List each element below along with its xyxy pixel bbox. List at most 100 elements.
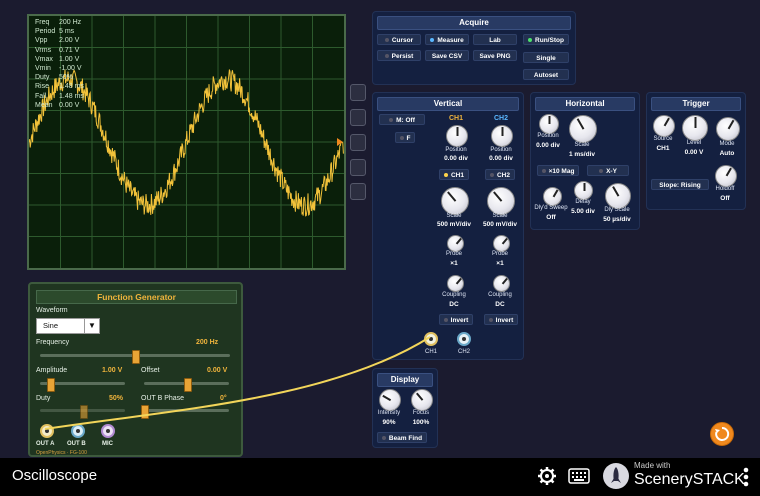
mic-jack[interactable] xyxy=(101,424,115,438)
ch1-input-jack[interactable] xyxy=(424,332,438,346)
readout-value: 5 ms xyxy=(59,28,75,36)
math-off-button[interactable]: M: Off xyxy=(379,114,425,125)
ch2-scale-knob[interactable] xyxy=(487,187,515,215)
offset-slider-thumb[interactable] xyxy=(183,378,192,392)
readout-value: 0.00 V xyxy=(59,101,80,109)
ch1-position-knob[interactable] xyxy=(446,125,468,147)
readout-key: Mean xyxy=(35,101,53,109)
ch1-position-label: Position xyxy=(445,147,467,153)
readout-value: 200 Hz xyxy=(59,19,82,26)
readout-row: Mean 0.00 V xyxy=(35,101,84,110)
readout-row: Fall 1.48 ms xyxy=(35,92,84,101)
ch1-invert-button[interactable]: Invert xyxy=(439,314,473,325)
trigger-level-marker[interactable] xyxy=(337,138,343,146)
ch1-enable-button[interactable]: CH1 xyxy=(439,169,469,180)
ch2-input-jack[interactable] xyxy=(457,332,471,346)
h-position-knob[interactable] xyxy=(539,114,559,134)
waveform-value: Sine xyxy=(43,321,59,330)
holdoff-value: Off xyxy=(720,195,730,202)
frequency-slider-thumb[interactable] xyxy=(132,350,140,364)
ch2-coupling-knob[interactable] xyxy=(493,275,510,292)
ch2-probe-knob[interactable] xyxy=(493,235,510,252)
out-b-jack[interactable] xyxy=(71,424,85,438)
duty-slider-thumb[interactable] xyxy=(79,405,88,419)
f-button[interactable]: F xyxy=(395,132,415,143)
ch2-jack-label: CH2 xyxy=(457,349,470,355)
scenery-stack-brand: ScenerySTACK xyxy=(634,471,745,488)
keyboard-icon[interactable] xyxy=(568,468,590,484)
horizontal-title: Horizontal xyxy=(535,97,635,111)
h-scale-knob[interactable] xyxy=(569,115,597,143)
readout-value: 50% xyxy=(59,74,74,82)
kebab-menu-icon[interactable] xyxy=(742,466,750,488)
cursor-button[interactable]: Cursor xyxy=(377,34,421,45)
trigger-source-value: CH1 xyxy=(656,145,670,152)
ch2-invert-button[interactable]: Invert xyxy=(484,314,518,325)
holdoff-knob[interactable] xyxy=(715,165,737,187)
readout-row: Period 5 ms xyxy=(35,27,84,36)
dlyd-sweep-knob[interactable] xyxy=(543,187,562,206)
side-button-3[interactable] xyxy=(350,134,366,151)
ch1-header: CH1 xyxy=(448,115,463,122)
measure-button[interactable]: Measure xyxy=(425,34,469,45)
intensity-knob[interactable] xyxy=(379,389,401,411)
readout-row: Vrms 0.71 V xyxy=(35,46,84,55)
trigger-source-knob[interactable] xyxy=(653,115,675,137)
autoset-button[interactable]: Autoset xyxy=(523,69,569,80)
side-button-4[interactable] xyxy=(350,159,366,176)
measurement-readout: Freq 200 Hz Period 5 ms Vpp 2.00 V Vrms 0.71 VV… xyxy=(35,18,84,110)
ch1-probe-knob[interactable] xyxy=(447,235,464,252)
side-button-2[interactable] xyxy=(350,109,366,126)
out-a-jack[interactable] xyxy=(40,424,54,438)
trigger-mode-knob[interactable] xyxy=(716,117,740,141)
readout-key: Vrms xyxy=(35,46,52,54)
xy-button[interactable]: X-Y xyxy=(587,165,629,176)
readout-key: Period xyxy=(35,28,56,36)
save-png-button[interactable]: Save PNG xyxy=(473,50,517,61)
amplitude-slider-thumb[interactable] xyxy=(47,378,56,392)
ch2-position-value: 0.00 div xyxy=(489,155,513,162)
readout-key: Freq xyxy=(35,19,50,26)
save-csv-button[interactable]: Save CSV xyxy=(425,50,469,61)
navigation-bar: Oscilloscope Made with ScenerySTACK xyxy=(0,458,760,496)
ch1-scale-knob[interactable] xyxy=(441,187,469,215)
ch2-scale-label: Scale xyxy=(492,213,508,219)
display-title: Display xyxy=(377,373,433,387)
single-button[interactable]: Single xyxy=(523,52,569,63)
ch2-enable-button[interactable]: CH2 xyxy=(485,169,515,180)
beam-find-button[interactable]: Beam Find xyxy=(377,432,427,443)
focus-knob[interactable] xyxy=(411,389,433,411)
readout-value: 1.00 V xyxy=(59,55,80,63)
focus-label: Focus xyxy=(412,410,430,416)
trigger-level-value: 0.00 V xyxy=(684,149,704,156)
acquire-panel: Acquire Cursor Measure Lab Run/Stop Pers… xyxy=(372,11,576,85)
persist-button[interactable]: Persist xyxy=(377,50,421,61)
ch2-scale-value: 500 mV/div xyxy=(483,221,517,228)
reset-all-icon[interactable] xyxy=(710,422,734,446)
ch2-coupling-value: DC xyxy=(495,301,505,308)
outb-phase-label: OUT B Phase xyxy=(141,395,185,402)
x10-mag-button[interactable]: ×10 Mag xyxy=(537,165,579,176)
chevron-down-icon: ▼ xyxy=(84,319,99,333)
dly-scale-knob[interactable] xyxy=(605,183,631,209)
side-button-1[interactable] xyxy=(350,84,366,101)
readout-key: Rise xyxy=(35,83,50,91)
lab-button[interactable]: Lab xyxy=(473,34,517,45)
trigger-slope-button[interactable]: Slope: Rising xyxy=(651,179,709,190)
h-scale-value: 1 ms/div xyxy=(568,151,595,158)
readout-key: Vmax xyxy=(35,55,53,63)
readout-key: Duty xyxy=(35,74,50,82)
delay-knob[interactable] xyxy=(574,181,593,200)
intensity-label: Intensity xyxy=(377,410,401,416)
side-button-5[interactable] xyxy=(350,183,366,200)
outb-phase-slider-thumb[interactable] xyxy=(141,405,149,419)
trigger-level-knob[interactable] xyxy=(682,115,708,141)
acquire-title: Acquire xyxy=(377,16,571,30)
ch2-position-knob[interactable] xyxy=(491,125,513,147)
outb-phase-value: 0° xyxy=(220,395,227,402)
gear-icon[interactable] xyxy=(537,466,557,486)
run-stop-button[interactable]: Run/Stop xyxy=(523,34,569,45)
ch1-coupling-knob[interactable] xyxy=(447,275,464,292)
waveform-select[interactable]: Sine ▼ xyxy=(36,318,100,334)
scope-screen[interactable]: Freq 200 Hz Period 5 ms Vpp 2.00 V Vrms 0.71 VV… xyxy=(27,14,346,270)
